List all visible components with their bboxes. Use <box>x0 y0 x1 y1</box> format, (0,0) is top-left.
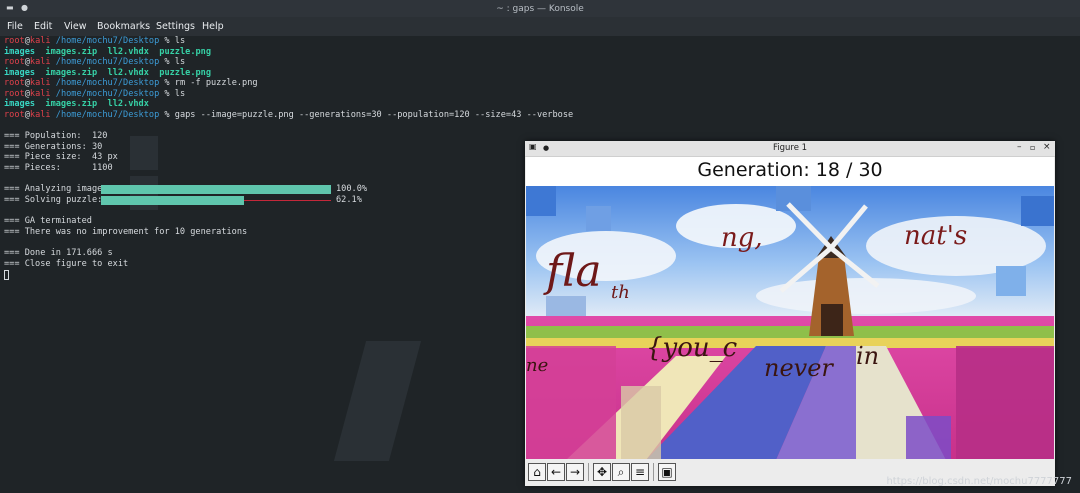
back-icon[interactable]: ← <box>547 463 565 481</box>
image-word: {you_c <box>646 333 738 363</box>
toolbar-separator <box>653 463 654 481</box>
puzzle-image: ng, nat's fla th {you_c never in ne <box>526 186 1054 460</box>
menu-bar: File Edit View Bookmarks Settings Help <box>0 17 1080 36</box>
stat-pieces: === Pieces: 1100 <box>4 163 113 173</box>
ga-terminated-text: === GA terminated <box>4 216 92 226</box>
figure-canvas[interactable]: Generation: 18 / 30 ng, nat's fla th {yo… <box>526 157 1054 460</box>
stat-piece-size: === Piece size: 43 px <box>4 152 118 162</box>
image-word: ne <box>526 355 548 376</box>
menu-bookmarks[interactable]: Bookmarks <box>97 21 150 32</box>
forward-icon[interactable]: → <box>566 463 584 481</box>
ghost-shape <box>333 341 422 461</box>
minimize-icon[interactable]: – <box>1017 142 1022 152</box>
analyzing-label: === Analyzing image: <box>4 184 108 194</box>
figure-title-bar: ▣ ● Figure 1 – ▫ × <box>525 141 1055 157</box>
image-word: nat's <box>904 221 967 251</box>
ls-output: images images.zip ll2.vhdx <box>4 99 149 109</box>
window-title: ~ : gaps — Konsole <box>496 4 584 14</box>
solving-progress-bar <box>101 196 244 205</box>
no-improvement-text: === There was no improvement for 10 gene… <box>4 227 248 237</box>
solving-progress-remaining <box>244 200 331 201</box>
analyzing-value: 100.0% <box>336 184 368 194</box>
menu-settings[interactable]: Settings <box>156 21 195 32</box>
toolbar-separator <box>588 463 589 481</box>
image-word: in <box>856 342 879 370</box>
analyzing-progress-bar <box>101 185 331 194</box>
close-icon[interactable]: × <box>1043 142 1051 152</box>
image-word: th <box>611 282 630 303</box>
maximize-icon[interactable]: ▫ <box>1030 143 1035 152</box>
stat-population: === Population: 120 <box>4 131 108 141</box>
solving-label: === Solving puzzle: <box>4 195 103 205</box>
image-word: ng, <box>721 223 763 253</box>
image-word: fla <box>543 246 602 297</box>
watermark: https://blog.csdn.net/mochu7777777 <box>886 476 1072 487</box>
solving-value: 62.1% <box>336 195 362 205</box>
terminal-cursor <box>4 270 9 280</box>
done-text: === Done in 171.666 s <box>4 248 113 258</box>
image-word: never <box>764 354 834 382</box>
figure-window[interactable]: ▣ ● Figure 1 – ▫ × Generation: 18 / 30 n… <box>525 141 1055 486</box>
konsole-title-bar: ▬ ● ~ : gaps — Konsole <box>0 0 1080 17</box>
close-hint-text: === Close figure to exit <box>4 259 129 269</box>
save-icon[interactable]: ▣ <box>658 463 676 481</box>
terminal-line: root@kali /home/mochu7/Desktop % ls <box>4 57 186 67</box>
figure-window-title: Figure 1 <box>772 143 808 153</box>
pan-icon[interactable]: ✥ <box>593 463 611 481</box>
terminal-line: root@kali /home/mochu7/Desktop % rm -f p… <box>4 78 258 88</box>
generation-title: Generation: 18 / 30 <box>697 159 883 181</box>
menu-view[interactable]: View <box>64 21 87 32</box>
home-icon[interactable]: ⌂ <box>528 463 546 481</box>
terminal-line: root@kali /home/mochu7/Desktop % ls <box>4 36 186 46</box>
menu-edit[interactable]: Edit <box>34 21 52 32</box>
terminal-line: root@kali /home/mochu7/Desktop % gaps --… <box>4 110 574 120</box>
menu-file[interactable]: File <box>7 21 23 32</box>
configure-icon[interactable]: ≡ <box>631 463 649 481</box>
menu-help[interactable]: Help <box>202 21 224 32</box>
ghost-file-icon <box>130 136 158 170</box>
zoom-icon[interactable]: ⌕ <box>612 463 630 481</box>
